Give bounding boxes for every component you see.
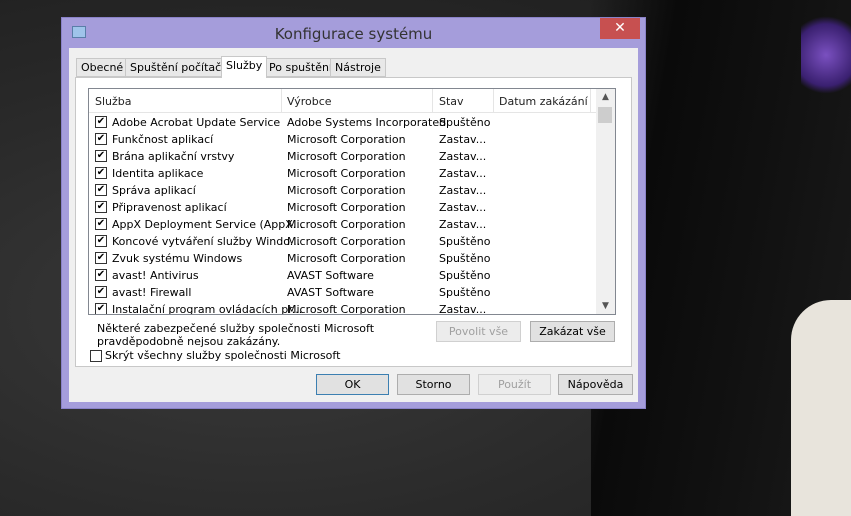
service-name: Koncové vytváření služby Windo... [112,235,301,248]
service-vendor: Microsoft Corporation [287,167,406,180]
service-vendor: AVAST Software [287,269,374,282]
service-checkbox[interactable]: ✔ [95,201,107,213]
hide-ms-label: Skrýt všechny služby společnosti Microso… [105,349,341,362]
table-row[interactable]: ✔ Instalační program ovládacích pr... Micr… [89,301,596,315]
list-header: Služba Výrobce Stav Datum zakázání [89,89,596,113]
service-name: AppX Deployment Service (AppX... [112,218,304,231]
table-row[interactable]: ✔ Zvuk systému Windows Microsoft Corporati… [89,250,596,267]
wallpaper-ornament [801,10,851,100]
checkbox-box[interactable] [90,350,102,362]
help-button[interactable]: Nápověda [558,374,633,395]
cancel-button[interactable]: Storno [397,374,470,395]
service-vendor: Microsoft Corporation [287,150,406,163]
service-vendor: Microsoft Corporation [287,218,406,231]
service-vendor: Microsoft Corporation [287,133,406,146]
wallpaper-face [791,300,851,516]
service-status: Zastav... [439,150,487,163]
service-status: Zastav... [439,184,487,197]
service-name: Připravenost aplikací [112,201,227,214]
service-checkbox[interactable]: ✔ [95,286,107,298]
hide-ms-services-checkbox[interactable]: Skrýt všechny služby společnosti Microso… [90,349,340,362]
tab-general[interactable]: Obecné [76,58,129,77]
service-name: Brána aplikační vrstvy [112,150,235,163]
service-checkbox[interactable]: ✔ [95,269,107,281]
system-config-window: Konfigurace systému ✕ Obecné Spuštění po… [61,17,646,409]
table-row[interactable]: ✔ Funkčnost aplikací Microsoft Corporation… [89,131,596,148]
service-status: Zastav... [439,303,487,315]
column-header-vendor[interactable]: Výrobce [287,95,332,108]
table-row[interactable]: ✔ Identita aplikace Microsoft Corporation Z… [89,165,596,182]
service-checkbox[interactable]: ✔ [95,303,107,314]
service-vendor: Microsoft Corporation [287,201,406,214]
service-vendor: Microsoft Corporation [287,303,406,315]
service-checkbox[interactable]: ✔ [95,167,107,179]
table-row[interactable]: ✔ AppX Deployment Service (AppX... Microso… [89,216,596,233]
tab-startup[interactable]: Po spuštění [264,58,337,77]
scroll-up-icon[interactable]: ▲ [596,92,615,102]
warning-note: Některé zabezpečené služby společnosti M… [97,322,375,348]
service-vendor: Microsoft Corporation [287,235,406,248]
service-name: Správa aplikací [112,184,196,197]
scroll-down-icon[interactable]: ▼ [596,301,615,311]
services-list[interactable]: Služba Výrobce Stav Datum zakázání ✔ Adob… [88,88,616,315]
service-status: Spuštěno [439,252,491,265]
table-row[interactable]: ✔ Správa aplikací Microsoft Corporation Zas… [89,182,596,199]
tab-services[interactable]: Služby [221,56,268,78]
apply-button[interactable]: Použít [478,374,551,395]
table-row[interactable]: ✔ Koncové vytváření služby Windo... Micros… [89,233,596,250]
service-checkbox[interactable]: ✔ [95,235,107,247]
client-area: Obecné Spuštění počítače Služby Po spušt… [69,48,638,402]
service-vendor: Adobe Systems Incorporated [287,116,447,129]
service-checkbox[interactable]: ✔ [95,133,107,145]
service-vendor: Microsoft Corporation [287,252,406,265]
service-status: Spuštěno [439,269,491,282]
service-name: Instalační program ovládacích pr... [112,303,303,315]
service-name: Zvuk systému Windows [112,252,243,265]
service-status: Spuštěno [439,235,491,248]
service-vendor: Microsoft Corporation [287,184,406,197]
column-header-disabled-date[interactable]: Datum zakázání [499,95,588,108]
service-name: Funkčnost aplikací [112,133,214,146]
service-vendor: AVAST Software [287,286,374,299]
scrollbar-thumb[interactable] [598,107,612,123]
column-header-status[interactable]: Stav [439,95,464,108]
ok-button[interactable]: OK [316,374,389,395]
service-checkbox[interactable]: ✔ [95,150,107,162]
table-row[interactable]: ✔ avast! Antivirus AVAST Software Spuštěno [89,267,596,284]
service-status: Zastav... [439,133,487,146]
disable-all-button[interactable]: Zakázat vše [530,321,615,342]
service-name: avast! Firewall [112,286,192,299]
close-button[interactable]: ✕ [600,18,640,39]
table-row[interactable]: ✔ Připravenost aplikací Microsoft Corporat… [89,199,596,216]
service-name: avast! Antivirus [112,269,199,282]
service-checkbox[interactable]: ✔ [95,218,107,230]
services-panel: Služba Výrobce Stav Datum zakázání ✔ Adob… [75,77,632,367]
table-row[interactable]: ✔ Brána aplikační vrstvy Microsoft Corpora… [89,148,596,165]
vertical-scrollbar[interactable]: ▲ ▼ [596,89,615,314]
service-name: Adobe Acrobat Update Service [112,116,281,129]
service-name: Identita aplikace [112,167,204,180]
table-row[interactable]: ✔ avast! Firewall AVAST Software Spuštěno [89,284,596,301]
service-status: Spuštěno [439,116,491,129]
service-checkbox[interactable]: ✔ [95,184,107,196]
window-title: Konfigurace systému [274,25,433,43]
service-checkbox[interactable]: ✔ [95,116,107,128]
service-status: Zastav... [439,218,487,231]
enable-all-button[interactable]: Povolit vše [436,321,521,342]
column-header-service[interactable]: Služba [95,95,132,108]
service-checkbox[interactable]: ✔ [95,252,107,264]
service-status: Zastav... [439,167,487,180]
service-status: Zastav... [439,201,487,214]
service-status: Spuštěno [439,286,491,299]
tab-boot[interactable]: Spuštění počítače [125,58,233,77]
tab-tools[interactable]: Nástroje [330,58,386,77]
table-row[interactable]: ✔ Adobe Acrobat Update Service Adobe Syste… [89,114,596,131]
